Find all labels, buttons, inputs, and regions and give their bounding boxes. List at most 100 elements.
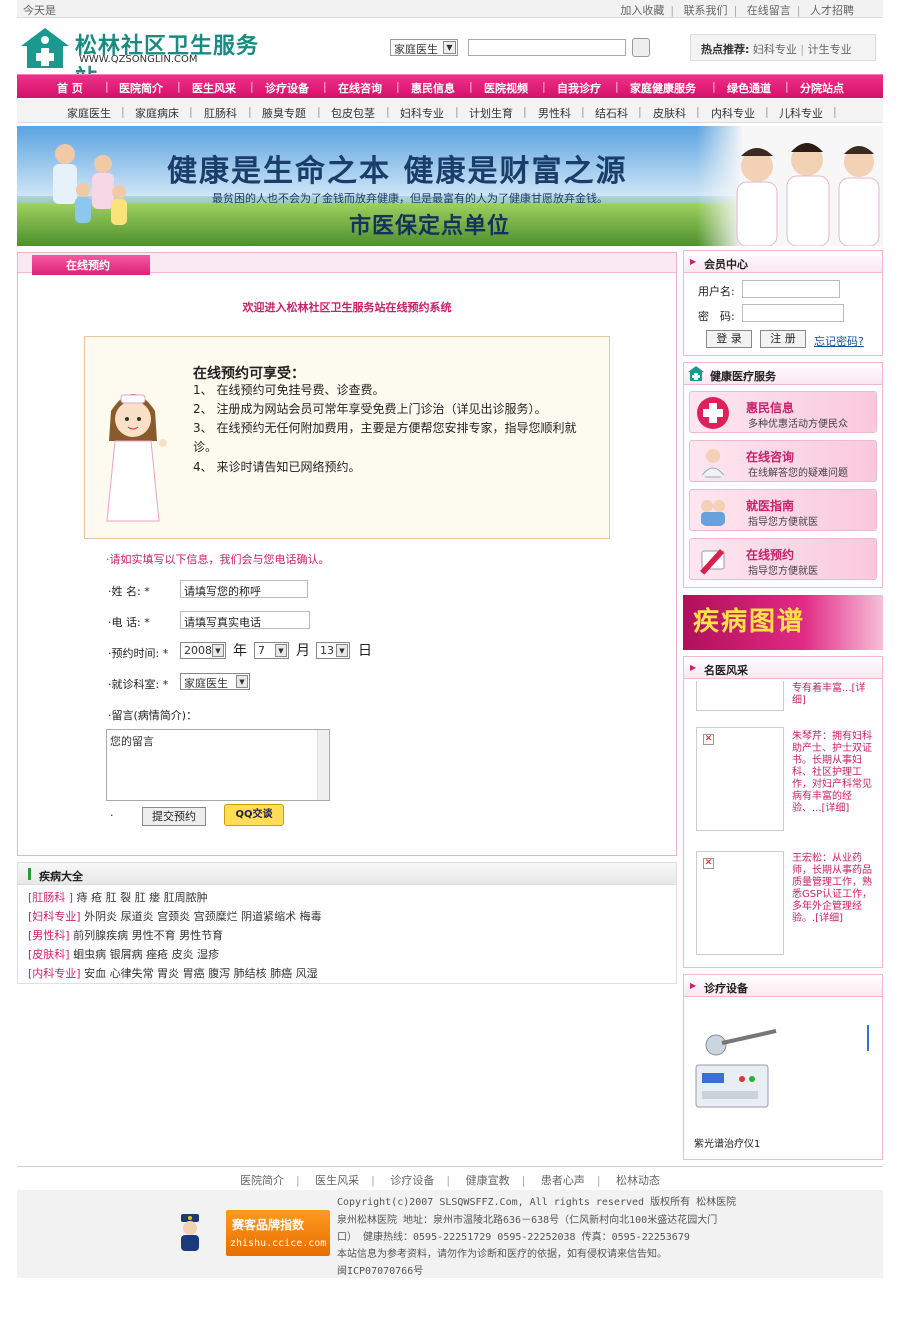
- doctor-text[interactable]: 专有着丰富...[详细]: [792, 683, 876, 707]
- qq-chat-button[interactable]: QQ交谈: [224, 804, 284, 826]
- forgot-password-link[interactable]: 忘记密码?: [814, 333, 864, 349]
- username-input[interactable]: [742, 280, 840, 298]
- footer-link-about[interactable]: 医院简介: [240, 1174, 284, 1187]
- service-guide[interactable]: 就医指南 指导您方便就医: [689, 489, 877, 531]
- day-select[interactable]: 13 ▼: [316, 642, 350, 659]
- broken-image-icon: ✕: [703, 858, 714, 869]
- nav-about[interactable]: 医院简介: [119, 80, 163, 96]
- dept-select[interactable]: 家庭医生 ▼: [180, 673, 250, 690]
- footer-link-education[interactable]: 健康宣教: [466, 1174, 510, 1187]
- month-select[interactable]: 7 ▼: [254, 642, 289, 659]
- password-input[interactable]: [742, 304, 844, 322]
- site-logo[interactable]: 松林社区卫生服务站 WWW.QZSONGLIN.COM: [17, 24, 277, 91]
- nav-green-channel[interactable]: 绿色通道: [727, 80, 771, 96]
- subnav-family-planning[interactable]: 计划生育: [469, 105, 513, 121]
- search-category-select[interactable]: 家庭医生 ▼: [390, 39, 458, 56]
- contact-link[interactable]: 联系我们: [684, 4, 728, 17]
- name-field[interactable]: 请填写您的称呼: [180, 580, 308, 598]
- footer-link-testimonials[interactable]: 患者心声: [541, 1174, 585, 1187]
- footer-icp[interactable]: 闽ICP07070766号: [337, 1262, 423, 1277]
- footer-link-news[interactable]: 松林动态: [616, 1174, 660, 1187]
- disease-category[interactable]: [妇科专业]: [28, 910, 81, 923]
- nav-self-diagnosis[interactable]: 自我诊疗: [557, 80, 601, 96]
- equipment-photo[interactable]: [692, 1015, 876, 1115]
- hot-item-gynecology[interactable]: 妇科专业: [753, 43, 797, 56]
- disease-items[interactable]: 外阴炎 尿道炎 宫颈炎 宫颈糜烂 阴道紧缩术 梅毒: [84, 910, 321, 923]
- hot-item-family-planning[interactable]: 计生专业: [808, 43, 852, 56]
- textarea-scrollbar[interactable]: [317, 730, 329, 800]
- disease-category[interactable]: [肛肠科 ]: [28, 891, 73, 904]
- nav-equipment[interactable]: 诊疗设备: [265, 80, 309, 96]
- service-consult[interactable]: 在线咨询 在线解答您的疑难问题: [689, 440, 877, 482]
- footer-link-doctors[interactable]: 医生风采: [315, 1174, 359, 1187]
- benefits-box: 在线预约可享受： 1、 在线预约可免挂号费、诊查费。 2、 注册成为网站会员可常…: [84, 336, 610, 539]
- footer-phone: 口） 健康热线：0595-22251729 0595-22252038 传真：0…: [337, 1232, 690, 1243]
- search-input[interactable]: [468, 39, 626, 56]
- disease-items[interactable]: 蛔虫病 银屑病 痤疮 皮炎 湿疹: [73, 948, 219, 961]
- disease-header: 疾病大全: [18, 863, 676, 885]
- footer-link-equipment[interactable]: 诊疗设备: [390, 1174, 434, 1187]
- login-button[interactable]: 登 录: [706, 330, 752, 348]
- disease-items[interactable]: 安血 心律失常 胃炎 胃癌 腹泻 肺结核 肺癌 风湿: [84, 967, 317, 980]
- banner-subslogan: 最贫困的人也不会为了金钱而放弃健康，但是最富有的人为了健康甘愿放弃金钱。: [212, 192, 608, 205]
- nav-branches[interactable]: 分院站点: [800, 80, 844, 96]
- disease-row: [内科专业] 安血 心律失常 胃炎 胃癌 腹泻 肺结核 肺癌 风湿: [28, 965, 318, 981]
- equipment-caption[interactable]: 紫光谱治疗仪1: [694, 1135, 760, 1150]
- disease-category[interactable]: [皮肤科]: [28, 948, 70, 961]
- subnav-axillary[interactable]: 腋臭专题: [262, 105, 306, 121]
- nav-benefits[interactable]: 惠民信息: [411, 80, 455, 96]
- doctors-title: 名医风采: [704, 664, 748, 677]
- phone-field[interactable]: 请填写真实电话: [180, 611, 310, 629]
- tab-online-appointment[interactable]: 在线预约: [32, 255, 150, 275]
- subnav-calculus[interactable]: 结石科: [595, 105, 628, 121]
- disease-items[interactable]: 前列腺疾病 男性不育 男性节育: [73, 929, 223, 942]
- doctor-text[interactable]: 王宏松：从业药师，长期从事药品质量管理工作，熟悉GSP认证工作，多年外企管理经验…: [792, 853, 876, 925]
- subnav-pediatrics[interactable]: 儿科专业: [779, 105, 823, 121]
- equipment-panel: ▶ 诊疗设备 紫光谱治疗仪1: [683, 974, 883, 1160]
- member-header: ▶ 会员中心: [684, 251, 882, 273]
- nav-consult[interactable]: 在线咨询: [338, 80, 382, 96]
- disease-category[interactable]: [男性科]: [28, 929, 70, 942]
- register-button[interactable]: 注 册: [760, 330, 806, 348]
- nav-video[interactable]: 医院视频: [484, 80, 528, 96]
- services-header: 健康医疗服务: [684, 363, 882, 385]
- subnav-andrology[interactable]: 男性科: [538, 105, 571, 121]
- nav-family-health[interactable]: 家庭健康服务: [630, 80, 696, 96]
- service-subtitle: 指导您方便就医: [748, 566, 818, 577]
- message-link[interactable]: 在线留言: [747, 4, 791, 17]
- subnav-family-doctor[interactable]: 家庭医生: [67, 105, 111, 121]
- subnav-internal[interactable]: 内科专业: [711, 105, 755, 121]
- subnav-phimosis[interactable]: 包皮包茎: [331, 105, 375, 121]
- footer: 赛客品牌指数 zhishu.ccice.com Copyright(c)2007…: [17, 1190, 883, 1278]
- chevron-down-icon: ▼: [212, 644, 224, 657]
- message-textarea[interactable]: 您的留言: [106, 729, 330, 801]
- form-notice: ·请如实填写以下信息，我们会与您电话确认。: [106, 553, 330, 566]
- service-benefits[interactable]: 惠民信息 多种优惠活动方便民众: [689, 391, 877, 433]
- time-label: ·预约时间: *: [108, 647, 169, 660]
- disease-row: [男性科] 前列腺疾病 男性不育 男性节育: [28, 927, 223, 943]
- cross-icon: [697, 397, 729, 429]
- add-favorite-link[interactable]: 加入收藏: [620, 4, 664, 17]
- arrow-icon: ▶: [690, 663, 697, 672]
- jobs-link[interactable]: 人才招聘: [810, 4, 854, 17]
- subnav-family-bed[interactable]: 家庭病床: [135, 105, 179, 121]
- year-select[interactable]: 2008 ▼: [180, 642, 226, 659]
- health-services: 健康医疗服务 惠民信息 多种优惠活动方便民众 在线咨询 在线解答您的疑难问题 就…: [683, 362, 883, 588]
- search-button[interactable]: [632, 38, 650, 57]
- disease-atlas-banner[interactable]: 疾病图谱: [683, 595, 883, 650]
- brand-index-badge[interactable]: 赛客品牌指数 zhishu.ccice.com: [226, 1210, 330, 1256]
- phone-label: ·电 话: *: [108, 616, 150, 629]
- service-appointment[interactable]: 在线预约 指导您方便就医: [689, 538, 877, 580]
- nav-doctors[interactable]: 医生风采: [192, 80, 236, 96]
- subnav-gynecology[interactable]: 妇科专业: [400, 105, 444, 121]
- police-icon[interactable]: [175, 1212, 205, 1254]
- disease-category[interactable]: [内科专业]: [28, 967, 81, 980]
- day-value: 13: [320, 644, 334, 657]
- subnav-anorectal[interactable]: 肛肠科: [204, 105, 237, 121]
- disease-items[interactable]: 痔 疮 肛 裂 肛 瘘 肛周脓肿: [77, 891, 208, 904]
- subnav-dermatology[interactable]: 皮肤科: [653, 105, 686, 121]
- doctor-text[interactable]: 朱琴芹：拥有妇科助产士、护士双证书。长期从事妇科、社区护理工作，对妇产科常见病有…: [792, 731, 876, 815]
- doctor-icon: [700, 449, 726, 478]
- submit-appointment-button[interactable]: 提交预约: [142, 807, 206, 826]
- nav-home[interactable]: 首 页: [57, 80, 83, 96]
